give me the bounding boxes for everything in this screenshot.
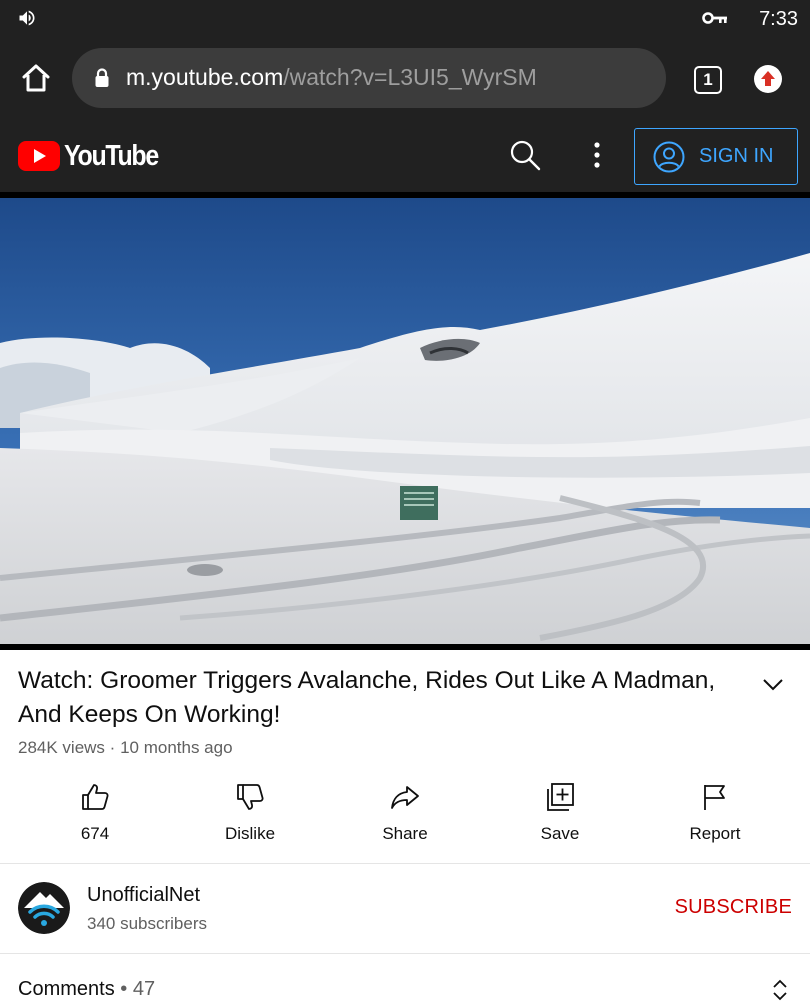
sign-in-label: SIGN IN: [699, 145, 774, 167]
url-path: /watch?v=L3UI5_WyrSM: [283, 64, 537, 90]
status-bar: 7:33: [0, 0, 810, 38]
tab-switcher-button[interactable]: 1: [694, 66, 722, 94]
youtube-play-icon: [18, 141, 60, 171]
channel-name[interactable]: UnofficialNet: [87, 884, 200, 907]
url-host: m.youtube.com: [126, 64, 284, 90]
volume-icon: [19, 10, 35, 26]
like-button[interactable]: 674: [35, 776, 155, 860]
meta-separator: ·: [109, 738, 116, 757]
url-text: m.youtube.com/watch?v=L3UI5_WyrSM: [126, 64, 537, 91]
report-button[interactable]: Report: [655, 776, 775, 860]
clock: 7:33: [759, 8, 798, 30]
upload-age: 10 months ago: [120, 738, 233, 757]
share-icon: [391, 786, 419, 809]
flag-icon: [704, 785, 725, 810]
more-vert-icon[interactable]: [584, 140, 610, 170]
save-label: Save: [540, 824, 580, 843]
channel-row: UnofficialNet 340 subscribers SUBSCRIBE: [0, 864, 810, 954]
upload-icon[interactable]: [753, 64, 783, 94]
subscriber-count: 340 subscribers: [87, 914, 208, 933]
like-count: 674: [80, 824, 110, 843]
subscribe-button[interactable]: SUBSCRIBE: [675, 896, 792, 919]
chevron-down-icon[interactable]: [760, 674, 786, 694]
like-icon: [82, 784, 109, 810]
share-button[interactable]: Share: [345, 776, 465, 860]
view-count: 284K views: [18, 738, 105, 757]
unfold-icon[interactable]: [770, 978, 790, 1001]
video-player[interactable]: [0, 192, 810, 650]
dislike-icon: [237, 784, 264, 810]
home-icon[interactable]: [18, 60, 54, 96]
share-label: Share: [382, 824, 428, 843]
playlist-add-icon: [547, 783, 574, 811]
video-meta: 284K views · 10 months ago: [18, 738, 233, 758]
vpn-key-icon: [702, 12, 727, 24]
comment-count: 47: [132, 978, 156, 1000]
sign-in-button[interactable]: SIGN IN: [634, 128, 798, 185]
comments-label: Comments: [18, 978, 115, 1000]
video-frame: [0, 198, 810, 644]
dislike-button[interactable]: Dislike: [190, 776, 310, 860]
save-button[interactable]: Save: [500, 776, 620, 860]
search-icon[interactable]: [508, 138, 542, 172]
avatar[interactable]: [18, 882, 70, 934]
comments-dot: •: [120, 978, 128, 1000]
comments-header[interactable]: Comments • 47: [18, 978, 155, 1001]
account-circle-icon: [653, 141, 685, 172]
address-bar[interactable]: m.youtube.com/watch?v=L3UI5_WyrSM: [72, 48, 666, 108]
youtube-header: YouTube SIGN IN: [0, 120, 810, 192]
lock-icon: [95, 68, 109, 87]
action-row: 674 Dislike Share Save Report: [0, 776, 810, 860]
youtube-wordmark: YouTube: [64, 139, 159, 172]
divider: [0, 953, 810, 954]
video-title: Watch: Groomer Triggers Avalanche, Rides…: [18, 667, 716, 728]
report-label: Report: [689, 824, 741, 843]
dislike-label: Dislike: [224, 824, 276, 843]
youtube-logo[interactable]: YouTube: [18, 138, 173, 174]
browser-toolbar: m.youtube.com/watch?v=L3UI5_WyrSM 1: [0, 38, 810, 120]
channel-logo-icon: [18, 882, 70, 934]
